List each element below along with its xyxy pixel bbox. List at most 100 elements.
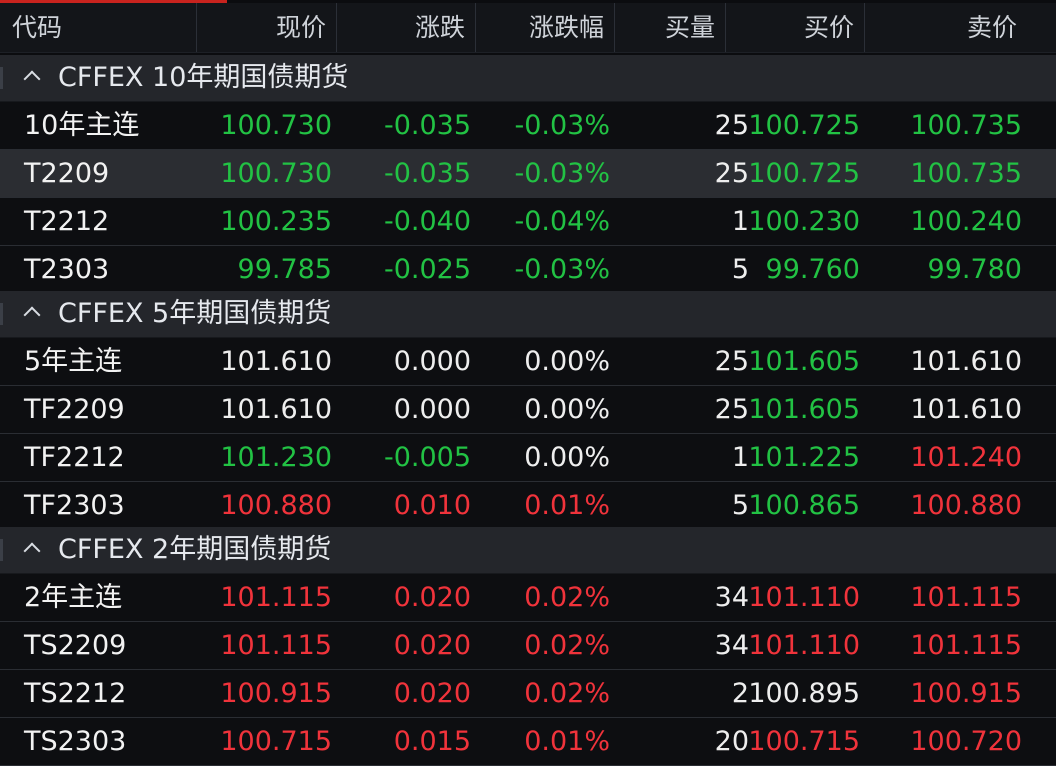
contract-code: 10年主连: [24, 110, 140, 141]
quote-row[interactable]: TF2209 101.610 0.000 0.00% 25 101.605 101.610: [0, 386, 1056, 434]
bid-volume-cell: 25: [714, 346, 749, 377]
bid-volume-cell: 34: [714, 630, 749, 661]
quote-row[interactable]: 5年主连 101.610 0.000 0.00% 25 101.605 101.610: [0, 338, 1056, 386]
change-cell: -0.005: [383, 442, 471, 473]
quote-row[interactable]: TS2212 100.915 0.020 0.02% 2 100.895 100.915: [0, 670, 1056, 718]
ask-price-cell: 101.610: [910, 394, 1022, 425]
bid-price-cell: 101.605: [748, 394, 860, 425]
bid-price-cell: 101.110: [748, 582, 860, 613]
bid-price-cell: 101.225: [748, 442, 860, 473]
price-cell: 100.730: [220, 110, 332, 141]
bid-price-cell: 100.865: [748, 490, 860, 521]
group-title: CFFEX 2年期国债期货: [58, 534, 332, 565]
ask-price-cell: 100.735: [910, 158, 1022, 189]
group-marker: [0, 303, 3, 325]
change-pct-cell: -0.03%: [514, 254, 610, 285]
group-title: CFFEX 5年期国债期货: [58, 298, 332, 329]
quote-row[interactable]: TF2212 101.230 -0.005 0.00% 1 101.225 101.240: [0, 434, 1056, 482]
chevron-up-icon[interactable]: [23, 70, 41, 88]
change-pct-cell: 0.00%: [524, 394, 610, 425]
price-cell: 101.115: [220, 630, 332, 661]
change-cell: 0.020: [393, 630, 471, 661]
change-pct-cell: 0.02%: [524, 678, 610, 709]
bid-volume-cell: 5: [731, 490, 749, 521]
change-cell: -0.035: [383, 110, 471, 141]
price-cell: 100.880: [220, 490, 332, 521]
header-change-pct[interactable]: 涨跌幅: [476, 3, 615, 52]
change-pct-cell: 0.00%: [524, 346, 610, 377]
bid-volume-cell: 25: [714, 110, 749, 141]
contract-code: TS2303: [24, 726, 127, 757]
header-change[interactable]: 涨跌: [337, 3, 476, 52]
group-header[interactable]: CFFEX 2年期国债期货: [0, 527, 1056, 574]
price-cell: 100.235: [220, 206, 332, 237]
change-pct-cell: -0.03%: [514, 110, 610, 141]
bid-volume-cell: 1: [731, 442, 749, 473]
contract-code: T2209: [24, 158, 110, 189]
header-bid-price[interactable]: 买价: [726, 3, 865, 52]
price-cell: 101.115: [220, 582, 332, 613]
group-header[interactable]: CFFEX 10年期国债期货: [0, 55, 1056, 102]
price-cell: 101.230: [220, 442, 332, 473]
quote-row[interactable]: TS2209 101.115 0.020 0.02% 34 101.110 101.115: [0, 622, 1056, 670]
group-marker: [0, 67, 3, 89]
change-cell: 0.020: [393, 678, 471, 709]
ask-price-cell: 101.115: [910, 630, 1022, 661]
change-cell: -0.040: [383, 206, 471, 237]
contract-code: 2年主连: [24, 582, 123, 613]
table-header: 代码 现价 涨跌 涨跌幅 买量 买价 卖价: [0, 3, 1056, 53]
chevron-up-icon[interactable]: [23, 306, 41, 324]
quote-row[interactable]: TF2303 100.880 0.010 0.01% 5 100.865 100.880: [0, 482, 1056, 530]
ask-price-cell: 100.240: [910, 206, 1022, 237]
bid-volume-cell: 20: [714, 726, 749, 757]
bid-price-cell: 100.230: [748, 206, 860, 237]
contract-code: TF2209: [24, 394, 125, 425]
header-price[interactable]: 现价: [197, 3, 337, 52]
quote-row[interactable]: T2303 99.785 -0.025 -0.03% 5 99.760 99.780: [0, 246, 1056, 294]
group-header[interactable]: CFFEX 5年期国债期货: [0, 291, 1056, 338]
header-ask-price[interactable]: 卖价: [865, 3, 1027, 52]
chevron-up-icon[interactable]: [23, 542, 41, 560]
change-cell: 0.015: [393, 726, 471, 757]
price-cell: 100.915: [220, 678, 332, 709]
header-bid-volume[interactable]: 买量: [615, 3, 726, 52]
contract-code: TS2212: [24, 678, 127, 709]
bid-price-cell: 99.760: [765, 254, 860, 285]
quote-row[interactable]: T2209 100.730 -0.035 -0.03% 25 100.725 100.735: [0, 150, 1056, 198]
bid-volume-cell: 25: [714, 158, 749, 189]
ask-price-cell: 99.780: [927, 254, 1022, 285]
contract-code: 5年主连: [24, 346, 123, 377]
group-title: CFFEX 10年期国债期货: [58, 62, 349, 93]
bid-price-cell: 101.605: [748, 346, 860, 377]
price-cell: 100.715: [220, 726, 332, 757]
bid-volume-cell: 1: [731, 206, 749, 237]
bid-volume-cell: 34: [714, 582, 749, 613]
change-cell: 0.010: [393, 490, 471, 521]
ask-price-cell: 100.915: [910, 678, 1022, 709]
ask-price-cell: 100.720: [910, 726, 1022, 757]
change-cell: -0.025: [383, 254, 471, 285]
change-pct-cell: -0.03%: [514, 158, 610, 189]
change-cell: 0.020: [393, 582, 471, 613]
price-cell: 100.730: [220, 158, 332, 189]
change-pct-cell: -0.04%: [514, 206, 610, 237]
bid-price-cell: 100.725: [748, 158, 860, 189]
quote-row[interactable]: 10年主连 100.730 -0.035 -0.03% 25 100.725 100.735: [0, 102, 1056, 150]
group-marker: [0, 539, 3, 561]
header-code[interactable]: 代码: [0, 3, 197, 52]
change-pct-cell: 0.02%: [524, 582, 610, 613]
contract-code: TS2209: [24, 630, 127, 661]
change-cell: -0.035: [383, 158, 471, 189]
quote-row[interactable]: T2212 100.235 -0.040 -0.04% 1 100.230 100.240: [0, 198, 1056, 246]
price-cell: 101.610: [220, 346, 332, 377]
quote-row[interactable]: 2年主连 101.115 0.020 0.02% 34 101.110 101.115: [0, 574, 1056, 622]
ask-price-cell: 101.610: [910, 346, 1022, 377]
bid-volume-cell: 5: [731, 254, 749, 285]
bid-volume-cell: 25: [714, 394, 749, 425]
bid-price-cell: 100.715: [748, 726, 860, 757]
contract-code: T2212: [24, 206, 110, 237]
change-cell: 0.000: [393, 346, 471, 377]
bid-volume-cell: 2: [731, 678, 749, 709]
change-pct-cell: 0.02%: [524, 630, 610, 661]
change-pct-cell: 0.00%: [524, 442, 610, 473]
